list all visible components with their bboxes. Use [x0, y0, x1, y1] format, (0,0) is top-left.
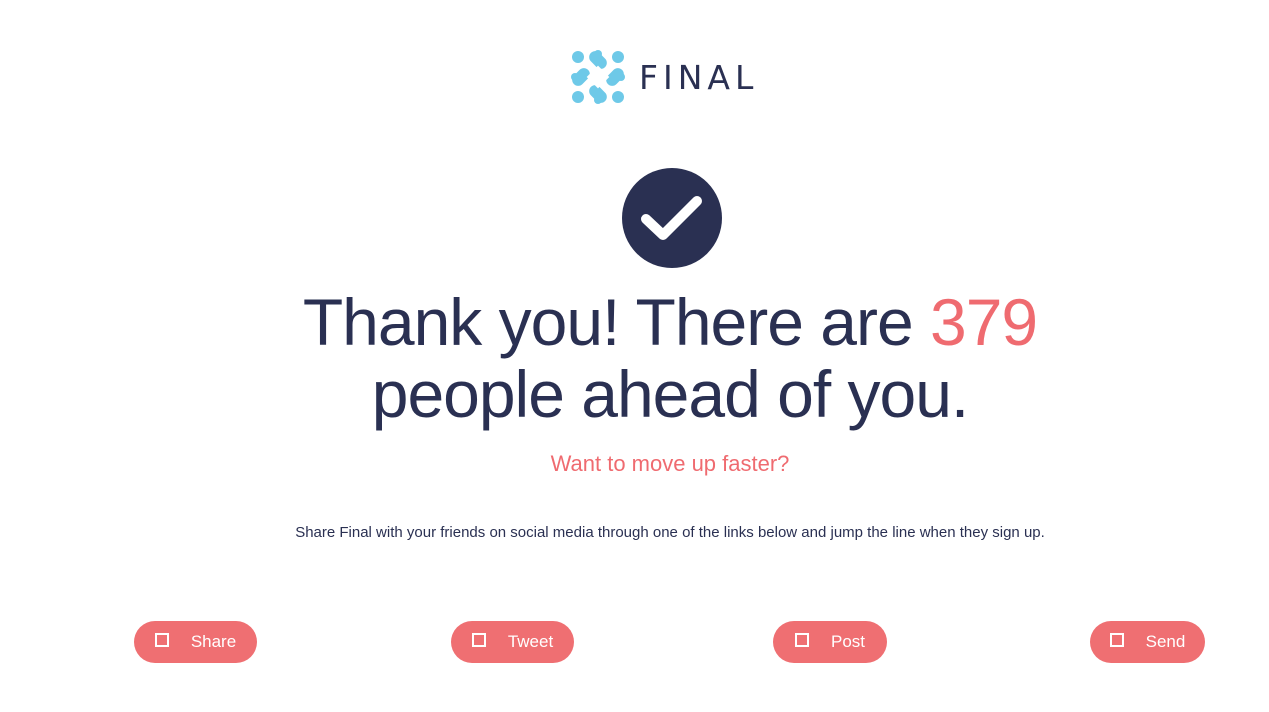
- diamond-knot-logo-icon: [571, 50, 625, 104]
- tweet-button-label: Tweet: [507, 632, 554, 651]
- queue-position-count: 379: [930, 285, 1038, 359]
- post-button[interactable]: Post: [773, 621, 887, 663]
- share-instructions: Share Final with your friends on social …: [295, 524, 1045, 541]
- brand-logo[interactable]: FINAL: [571, 50, 758, 104]
- headline-text-end: people ahead of you.: [371, 357, 970, 431]
- checkmark-icon: [641, 196, 702, 240]
- square-icon: [471, 633, 486, 647]
- square-icon: [794, 633, 809, 647]
- subheading: Want to move up faster?: [550, 451, 790, 476]
- share-button[interactable]: Share: [134, 621, 257, 663]
- send-button-label: Send: [1145, 632, 1186, 651]
- brand-name: FINAL: [639, 57, 759, 97]
- success-badge: [622, 168, 722, 268]
- tweet-button[interactable]: Tweet: [451, 621, 574, 663]
- square-icon: [154, 633, 169, 647]
- page-title: Thank you! There are 379 people ahead of…: [0, 286, 1269, 430]
- square-icon: [1109, 633, 1124, 647]
- post-button-label: Post: [830, 632, 866, 651]
- headline-text-start: Thank you! There are: [302, 285, 930, 359]
- share-button-label: Share: [190, 632, 237, 651]
- send-button[interactable]: Send: [1090, 621, 1205, 663]
